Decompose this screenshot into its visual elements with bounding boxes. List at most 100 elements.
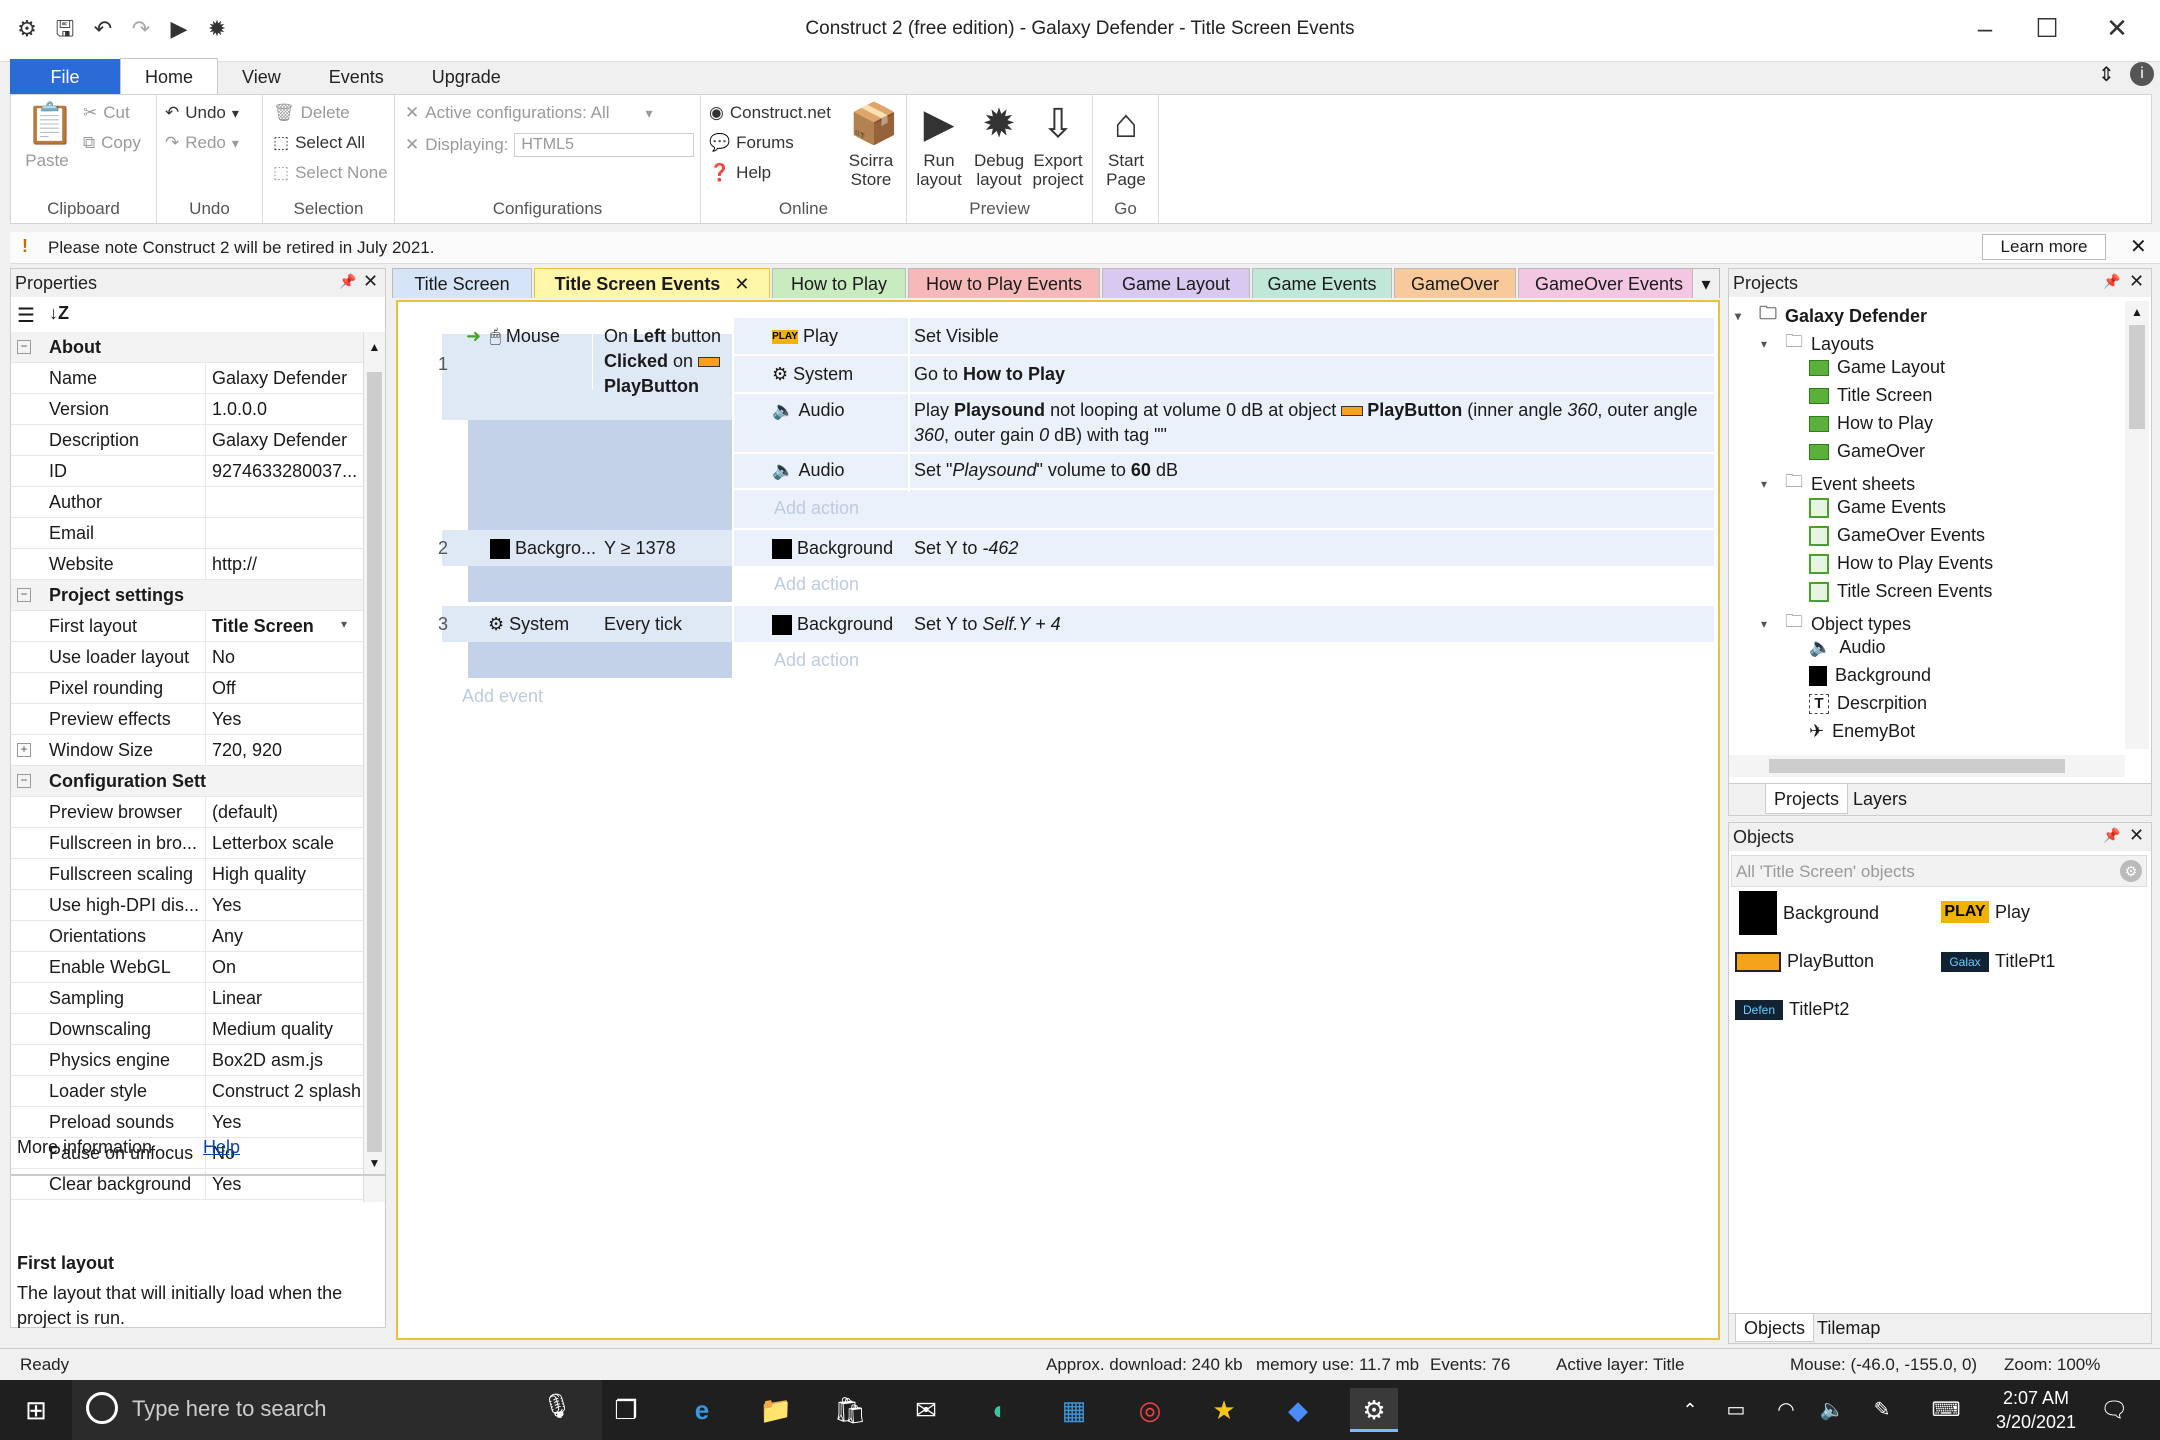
tab-title-screen-events[interactable]: Title Screen Events ✕ — [534, 268, 770, 298]
object-play[interactable]: PLAY Play — [1941, 901, 2030, 923]
action-text[interactable]: Set Visible — [914, 324, 1714, 349]
tab-tilemap[interactable]: Tilemap — [1809, 1314, 1888, 1342]
property-value[interactable]: Box2D asm.js — [205, 1045, 363, 1076]
add-event-link[interactable]: Add event — [462, 686, 543, 707]
close-icon[interactable]: ✕ — [2129, 271, 2144, 292]
tree-root[interactable]: ▾ 🗀 Galaxy Defender — [1735, 301, 1927, 331]
tab-file[interactable]: File — [10, 59, 120, 95]
tab-events[interactable]: Events — [305, 59, 408, 95]
property-row[interactable]: Physics engine Box2D asm.js — [11, 1045, 363, 1076]
redo-button[interactable]: ↷ Redo ▾ — [165, 133, 239, 153]
property-row[interactable]: Pixel rounding Off — [11, 673, 363, 704]
action-object[interactable]: 🔈 Audio — [772, 398, 844, 423]
property-row[interactable]: First layout Title Screen ▾ — [11, 611, 363, 642]
volume-icon[interactable]: 🔈 — [1808, 1388, 1856, 1432]
edge-legacy-icon[interactable]: e — [678, 1388, 726, 1432]
property-value[interactable]: Title Screen — [205, 611, 363, 642]
tree-hscroll[interactable] — [1729, 755, 2125, 777]
minimize-button[interactable]: – — [1950, 8, 2020, 48]
property-value[interactable]: No — [205, 642, 363, 673]
pin-icon[interactable]: 📌 — [2103, 273, 2120, 290]
expand-arrow-icon[interactable]: ▾ — [1761, 477, 1777, 491]
property-value[interactable]: High quality — [205, 859, 363, 890]
expand-icon[interactable]: + — [17, 743, 31, 757]
tab-view[interactable]: View — [218, 59, 305, 95]
set-y-action[interactable]: Set Y to Self.Y + 4 — [914, 612, 1061, 637]
property-value[interactable]: Yes — [205, 704, 363, 735]
tab-home[interactable]: Home — [120, 58, 219, 94]
pen-icon[interactable]: ✎ — [1858, 1388, 1906, 1432]
property-row[interactable]: Website http:// — [11, 549, 363, 580]
start-page-button[interactable]: ⌂ Start Page — [1095, 101, 1157, 189]
keyboard-icon[interactable]: ⌨ — [1922, 1388, 1970, 1432]
task-view-icon[interactable]: ❐ — [602, 1388, 650, 1432]
taskbar-search-box[interactable]: Type here to search 🎙 — [72, 1380, 602, 1440]
property-value[interactable]: Construct 2 splash — [205, 1076, 363, 1107]
action-text[interactable]: Set "Playsound" volume to 60 dB — [914, 458, 1714, 483]
filter-settings-icon[interactable]: ⚙ — [2120, 860, 2142, 882]
y-condition[interactable]: Y ≥ 1378 — [604, 536, 676, 561]
action-object[interactable]: PLAY Play — [772, 324, 838, 349]
collapse-icon[interactable]: − — [17, 340, 31, 354]
tree-event-sheet-item[interactable]: Title Screen Events — [1809, 581, 1992, 602]
property-category[interactable]: − About — [11, 332, 363, 363]
tab-objects[interactable]: Objects — [1735, 1314, 1815, 1342]
property-value[interactable]: Letterbox scale — [205, 828, 363, 859]
edge-icon[interactable]: ◐ — [976, 1388, 1024, 1432]
property-value[interactable]: (default) — [205, 797, 363, 828]
property-row[interactable]: Preload sounds Yes — [11, 1107, 363, 1138]
categorized-sort-icon[interactable]: ☰ — [17, 303, 35, 328]
action-text[interactable]: Play Playsound not looping at volume 0 d… — [914, 398, 1714, 448]
property-value[interactable]: Off — [205, 673, 363, 704]
property-value[interactable] — [205, 518, 363, 549]
tree-layout-item[interactable]: Game Layout — [1809, 357, 1945, 378]
add-action-link[interactable]: Add action — [774, 650, 859, 671]
mail-icon[interactable]: ✉ — [902, 1388, 950, 1432]
info-icon[interactable]: i — [2130, 62, 2154, 86]
tree-event-sheet-item[interactable]: GameOver Events — [1809, 525, 1985, 546]
tree-layout-item[interactable]: Title Screen — [1809, 385, 1932, 406]
action-object[interactable]: 🔈 Audio — [772, 458, 844, 483]
property-value[interactable]: Yes — [205, 890, 363, 921]
property-row[interactable]: Use loader layout No — [11, 642, 363, 673]
objects-filter-field[interactable]: All 'Title Screen' objects ⚙ — [1731, 855, 2147, 887]
tab-how-to-play[interactable]: How to Play — [772, 268, 906, 298]
property-row[interactable]: Use high-DPI dis... Yes — [11, 890, 363, 921]
tree-object-types-folder[interactable]: ▾ 🗀 Object types — [1761, 609, 1911, 639]
windows-start-icon[interactable]: ⊞ — [12, 1388, 60, 1432]
property-row[interactable]: + Window Size 720, 920 — [11, 735, 363, 766]
construct2-taskbar-icon[interactable]: ⚙ — [1350, 1388, 1398, 1432]
run-layout-button[interactable]: ▶ Run layout — [909, 101, 969, 189]
active-configurations-dropdown[interactable]: ✕ Active configurations: All ▾ — [405, 103, 653, 123]
background-action-object[interactable]: Background — [772, 612, 893, 637]
forums-link[interactable]: 💬 Forums — [709, 133, 794, 153]
scirra-store-button[interactable]: 📦 Scirra Store — [841, 101, 901, 189]
background-object[interactable]: Backgro... — [490, 536, 596, 561]
property-row[interactable]: Orientations Any — [11, 921, 363, 952]
cut-button[interactable]: ✂ Cut — [83, 103, 130, 123]
construct-net-link[interactable]: ◉ Construct.net — [709, 103, 831, 123]
tree-object-item[interactable]: T Descrpition — [1809, 693, 1927, 714]
system-object[interactable]: ⚙ System — [488, 612, 569, 637]
action-text[interactable]: Go to How to Play — [914, 362, 1714, 387]
object-background[interactable]: Background — [1739, 891, 1879, 935]
property-row[interactable]: Downscaling Medium quality — [11, 1014, 363, 1045]
export-project-button[interactable]: ⇩ Export project — [1027, 101, 1089, 189]
calculator-app-icon[interactable]: ▦ — [1050, 1388, 1098, 1432]
maximize-button[interactable]: ☐ — [2012, 8, 2082, 48]
properties-scrollbar[interactable]: ▲ ▼ — [363, 332, 385, 1202]
learn-more-button[interactable]: Learn more — [1982, 234, 2106, 260]
property-value[interactable]: http:// — [205, 549, 363, 580]
paste-button[interactable]: 📋 Paste — [17, 101, 77, 170]
background-action-object[interactable]: Background — [772, 536, 893, 561]
property-category[interactable]: − Project settings — [11, 580, 363, 611]
tab-gameover[interactable]: GameOver — [1394, 268, 1516, 298]
object-titlept2[interactable]: Defen TitlePt2 — [1735, 999, 1849, 1020]
property-row[interactable]: Fullscreen scaling High quality — [11, 859, 363, 890]
tab-gameover-events[interactable]: GameOver Events — [1518, 268, 1700, 298]
notification-icon[interactable]: 🗨 — [2090, 1388, 2138, 1432]
property-row[interactable]: Description Galaxy Defender — [11, 425, 363, 456]
property-value[interactable]: 1.0.0.0 — [205, 394, 363, 425]
tree-vscroll[interactable]: ▲ — [2125, 301, 2149, 749]
select-all-button[interactable]: ⬚ Select All — [273, 133, 365, 153]
